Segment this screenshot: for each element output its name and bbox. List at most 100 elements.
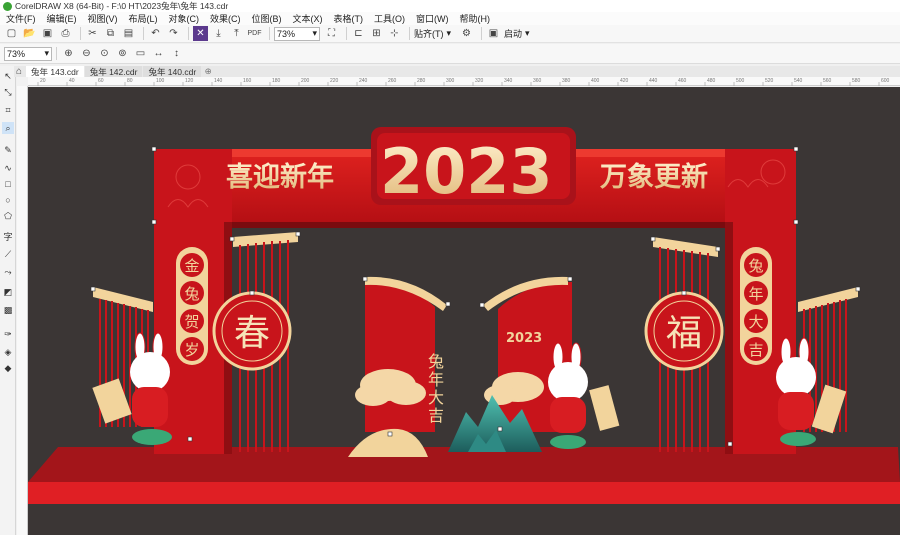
tab-label: 兔年 142.cdr <box>89 66 138 77</box>
zoom-tool-icon[interactable]: ⌕ <box>2 122 14 134</box>
tab-label: 兔年 143.cdr <box>31 66 79 77</box>
tab-rabbit-143[interactable]: 兔年 143.cdr <box>26 66 84 77</box>
ruler-tick-label: 500 <box>736 78 745 84</box>
freehand-tool-icon[interactable]: ✎ <box>2 144 14 156</box>
zoom-level-select[interactable]: 73% ▾ <box>274 26 320 41</box>
artwork: 喜迎新年 万象更新 2023 金 兔 贺 岁 兔 年 大 吉 春 福 兔 年 大… <box>28 127 900 535</box>
zoom-out-icon[interactable]: ⊖ <box>79 46 94 61</box>
interactive-fill-icon[interactable]: ◈ <box>2 346 14 358</box>
full-screen-icon[interactable]: ⛶ <box>324 26 339 41</box>
menu-help[interactable]: 帮助(H) <box>460 12 491 25</box>
text-tool-icon[interactable]: 字 <box>2 230 14 242</box>
launch-label: 启动 <box>504 29 523 39</box>
home-icon[interactable]: ⌂ <box>14 66 24 77</box>
menu-window[interactable]: 窗口(W) <box>416 12 449 25</box>
menu-layout[interactable]: 布局(L) <box>129 12 158 25</box>
zoom-page-width-icon[interactable]: ↔ <box>151 46 166 61</box>
ruler-tick-label: 560 <box>823 78 832 84</box>
drawing-canvas[interactable]: 喜迎新年 万象更新 2023 金 兔 贺 岁 兔 年 大 吉 春 福 兔 年 大… <box>28 87 900 535</box>
menu-view[interactable]: 视图(V) <box>88 12 118 25</box>
application-launcher-icon[interactable]: ▣ <box>486 26 501 41</box>
transparency-tool-icon[interactable]: ▩ <box>2 304 14 316</box>
property-zoom-select[interactable]: 73% ▾ <box>4 46 52 61</box>
left-banner-char-4: 岁 <box>184 341 199 359</box>
options-gear-icon[interactable]: ⚙ <box>459 26 474 41</box>
year-badge: 2023 <box>371 127 576 208</box>
menu-edit[interactable]: 编辑(E) <box>47 12 77 25</box>
snap-to-button[interactable]: 贴齐(T) ▾ <box>414 27 451 40</box>
ruler-tick-label: 100 <box>156 78 165 84</box>
polygon-tool-icon[interactable]: ⬠ <box>2 210 14 222</box>
chevron-down-icon: ▾ <box>446 28 452 38</box>
left-banner-char-3: 贺 <box>184 313 199 331</box>
ruler-origin[interactable] <box>17 77 28 86</box>
left-banner-char-2: 兔 <box>184 285 199 303</box>
open-folder-icon[interactable]: 📂 <box>22 26 37 41</box>
center-left-panel: 兔 年 大 吉 <box>365 276 447 432</box>
paste-icon[interactable]: ▤ <box>121 26 136 41</box>
export-icon[interactable]: ⤒ <box>229 26 244 41</box>
year-text: 2023 <box>380 135 553 208</box>
toolbar-divider <box>143 27 144 40</box>
zoom-all-objects-icon[interactable]: ⊚ <box>115 46 130 61</box>
stage-platform <box>28 447 900 535</box>
launch-button[interactable]: 启动 ▾ <box>504 27 530 40</box>
menu-table[interactable]: 表格(T) <box>334 12 364 25</box>
pick-tool-icon[interactable]: ↖ <box>2 70 14 82</box>
menu-file[interactable]: 文件(F) <box>6 12 36 25</box>
new-document-icon[interactable]: ▢ <box>4 26 19 41</box>
show-guidelines-icon[interactable]: ⊹ <box>387 26 402 41</box>
zoom-level-value: 73% <box>277 28 296 39</box>
horizontal-ruler-ticks: 20 40 60 80 100 120 140 160 180 200 220 240 260 280 30… <box>37 78 890 86</box>
menu-text[interactable]: 文本(X) <box>293 12 323 25</box>
menu-bitmaps[interactable]: 位图(B) <box>252 12 282 25</box>
tab-rabbit-140[interactable]: 兔年 140.cdr <box>143 66 202 77</box>
coreldraw-icon <box>3 1 12 11</box>
left-banner-char-1: 金 <box>184 257 199 275</box>
show-grid-icon[interactable]: ⊞ <box>369 26 384 41</box>
connector-tool-icon[interactable]: ⤳ <box>2 266 14 278</box>
cut-icon[interactable]: ✂ <box>85 26 100 41</box>
undo-icon[interactable]: ↶ <box>148 26 163 41</box>
copy-icon[interactable]: ⧉ <box>103 26 118 41</box>
menu-tools[interactable]: 工具(O) <box>374 12 405 25</box>
right-banner-char-1: 兔 <box>748 257 763 275</box>
ruler-tick-label: 340 <box>504 78 513 84</box>
toolbar-divider <box>56 47 57 60</box>
zoom-page-height-icon[interactable]: ↕ <box>169 46 184 61</box>
toolbar-divider <box>80 27 81 40</box>
ruler-tick-label: 200 <box>301 78 310 84</box>
save-icon[interactable]: ▣ <box>40 26 55 41</box>
horizontal-ruler[interactable]: 20 40 60 80 100 120 140 160 180 200 220 240 260 280 30… <box>28 77 900 86</box>
zoom-selected-icon[interactable]: ⊙ <box>97 46 112 61</box>
redo-icon[interactable]: ↷ <box>166 26 181 41</box>
color-eyedropper-icon[interactable]: ✑ <box>2 328 14 340</box>
show-rulers-icon[interactable]: ⊏ <box>351 26 366 41</box>
zoom-page-icon[interactable]: ▭ <box>133 46 148 61</box>
parallel-dimension-icon[interactable]: ⟋ <box>2 248 14 260</box>
vertical-ruler[interactable] <box>17 86 28 535</box>
rectangle-tool-icon[interactable]: □ <box>2 178 14 190</box>
drop-shadow-icon[interactable]: ◩ <box>2 286 14 298</box>
zoom-in-icon[interactable]: ⊕ <box>61 46 76 61</box>
import-icon[interactable]: ⤓ <box>211 26 226 41</box>
document-tabs: ⌂ 兔年 143.cdr 兔年 142.cdr 兔年 140.cdr ⊕ <box>14 66 900 77</box>
print-icon[interactable]: ⎙ <box>58 26 73 41</box>
artistic-media-icon[interactable]: ∿ <box>2 162 14 174</box>
export-pdf-icon[interactable]: PDF <box>247 26 262 41</box>
standard-toolbar: ▢ 📂 ▣ ⎙ ✂ ⧉ ▤ ↶ ↷ ✕ ⤓ ⤒ PDF 73% ▾ ⛶ ⊏ ⊞ … <box>0 25 900 43</box>
tab-rabbit-142[interactable]: 兔年 142.cdr <box>84 66 143 77</box>
search-content-icon[interactable]: ✕ <box>193 26 208 41</box>
fortune-medallion: 福 <box>644 291 724 371</box>
rabbit-mascot-center <box>548 342 620 449</box>
fortune-character: 福 <box>666 313 702 354</box>
add-tab-icon[interactable]: ⊕ <box>202 66 214 77</box>
smart-fill-icon[interactable]: ◆ <box>2 362 14 374</box>
menu-object[interactable]: 对象(C) <box>169 12 200 25</box>
crop-tool-icon[interactable]: ⌗ <box>2 104 14 116</box>
menu-effects[interactable]: 效果(C) <box>210 12 241 25</box>
chevron-down-icon: ▾ <box>44 48 49 58</box>
ellipse-tool-icon[interactable]: ○ <box>2 194 14 206</box>
shape-tool-icon[interactable]: ⤡ <box>2 86 14 98</box>
ruler-tick-label: 220 <box>330 78 339 84</box>
